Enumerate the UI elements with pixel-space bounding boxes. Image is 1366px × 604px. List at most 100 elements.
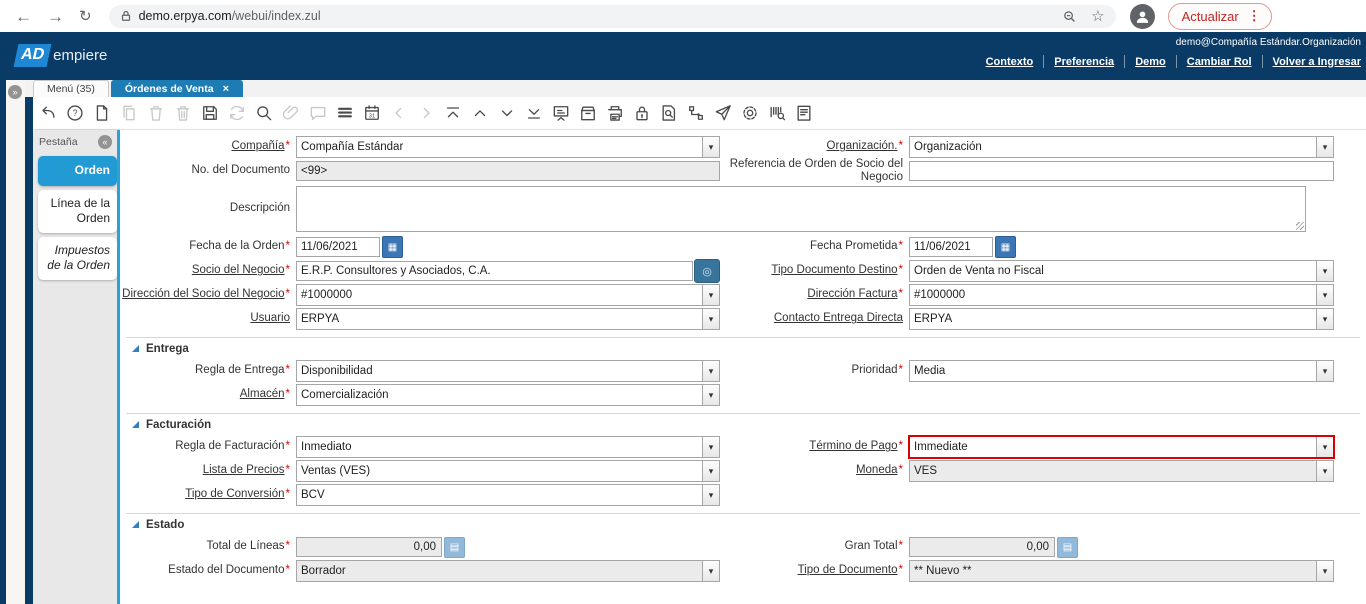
almacen-label-text[interactable]: Almacén [240, 388, 285, 401]
regla-facturacion-dropdown-button[interactable]: ▾ [702, 437, 719, 457]
fecha-orden-input[interactable] [296, 237, 380, 257]
browser-menu-dots-icon[interactable]: ⋮ [1248, 8, 1261, 24]
header-link-1[interactable]: Preferencia [1054, 56, 1114, 68]
tipo-conversion-dropdown-button[interactable]: ▾ [702, 485, 719, 505]
termino-pago-input[interactable] [910, 437, 1316, 457]
almacen-input[interactable] [297, 385, 702, 405]
descripcion-textarea[interactable] [296, 186, 1306, 232]
regla-entrega-dropdown-button[interactable]: ▾ [702, 361, 719, 381]
toolbar-undo-button[interactable] [37, 103, 58, 124]
toolbar-lock-private-button[interactable] [631, 103, 652, 124]
bookmark-star-icon[interactable]: ☆ [1091, 7, 1104, 25]
window-tab-1[interactable]: Órdenes de Venta × [110, 80, 243, 97]
header-link-4[interactable]: Volver a Ingresar [1273, 56, 1361, 68]
contacto-entrega-directa-dropdown-button[interactable]: ▾ [1316, 309, 1333, 329]
section-collapse-icon[interactable] [132, 520, 139, 528]
toolbar-first-record-button[interactable] [442, 103, 463, 124]
sidebar-tab-2[interactable]: Impuestos de la Orden [38, 236, 117, 280]
browser-profile-avatar[interactable] [1129, 3, 1155, 29]
fecha-orden-calendar-button[interactable]: ▦ [382, 236, 403, 258]
organizacion-input[interactable] [910, 137, 1316, 157]
header-link-3[interactable]: Cambiar Rol [1187, 56, 1252, 68]
toolbar-find-button[interactable] [253, 103, 274, 124]
toolbar-request-button[interactable] [712, 103, 733, 124]
browser-back-icon[interactable]: ← [15, 8, 32, 25]
termino-pago-label-text[interactable]: Término de Pago [809, 440, 897, 453]
contacto-entrega-directa-label-text[interactable]: Contacto Entrega Directa [774, 312, 903, 325]
usuario-dropdown-button[interactable]: ▾ [702, 309, 719, 329]
browser-reload-icon[interactable]: ↻ [79, 9, 92, 24]
direccion-factura-dropdown-button[interactable]: ▾ [1316, 285, 1333, 305]
toolbar-save-button[interactable] [199, 103, 220, 124]
fecha-prometida-calendar-button[interactable]: ▦ [995, 236, 1016, 258]
resize-handle-icon[interactable] [1296, 222, 1304, 230]
toolbar-last-record-button[interactable] [523, 103, 544, 124]
header-link-2[interactable]: Demo [1135, 56, 1166, 68]
section-collapse-icon[interactable] [132, 420, 139, 428]
fecha-prometida-input[interactable] [909, 237, 993, 257]
direccion-socio-label-text[interactable]: Dirección del Socio del Negocio [122, 288, 284, 301]
zoom-out-icon[interactable] [1062, 9, 1077, 24]
tipo-documento-destino-dropdown-button[interactable]: ▾ [1316, 261, 1333, 281]
termino-pago-dropdown-button[interactable]: ▾ [1316, 437, 1333, 457]
toolbar-record-info-button[interactable] [658, 103, 679, 124]
collapse-sidebar-button[interactable]: « [98, 135, 112, 149]
sidebar-tab-1[interactable]: Línea de la Orden [38, 189, 117, 233]
prioridad-input[interactable] [910, 361, 1316, 381]
toolbar-report-button[interactable] [550, 103, 571, 124]
address-bar[interactable]: demo.erpya.com/webui/index.zul ☆ [108, 4, 1116, 28]
direccion-factura-label-text[interactable]: Dirección Factura [807, 288, 897, 301]
toolbar-calendar-button[interactable]: 31 [361, 103, 382, 124]
socio-negocio-lookup-button[interactable]: ◎ [694, 259, 720, 283]
form-row: Lista de Precios*▾Moneda*▾ [120, 459, 1366, 483]
lista-precios-input[interactable] [297, 461, 702, 481]
referencia-orden-socio-input[interactable] [909, 161, 1334, 181]
window-tab-0[interactable]: Menú (35) [33, 80, 109, 97]
toolbar-print-button[interactable] [604, 103, 625, 124]
gran-total-calculator-button[interactable]: ▤ [1057, 536, 1078, 558]
usuario-label-text[interactable]: Usuario [250, 312, 290, 325]
compania-label-text[interactable]: Compañía [231, 140, 284, 153]
toolbar-previous-record-button[interactable] [469, 103, 490, 124]
tipo-documento-label-text[interactable]: Tipo de Documento [798, 564, 898, 577]
expand-panel-button[interactable]: » [8, 85, 22, 99]
direccion-socio-dropdown-button[interactable]: ▾ [702, 285, 719, 305]
almacen-dropdown-button[interactable]: ▾ [702, 385, 719, 405]
regla-facturacion-input[interactable] [297, 437, 702, 457]
update-browser-button[interactable]: Actualizar ⋮ [1167, 2, 1272, 30]
tipo-conversion-label-text[interactable]: Tipo de Conversión [185, 488, 284, 501]
organizacion-label-text[interactable]: Organización. [827, 140, 898, 153]
toolbar-archive-button[interactable] [577, 103, 598, 124]
tipo-documento-destino-label-text[interactable]: Tipo Documento Destino [771, 264, 897, 277]
browser-forward-icon[interactable]: → [47, 8, 64, 25]
socio-negocio-label-text[interactable]: Socio del Negocio [192, 264, 285, 277]
direccion-factura-input[interactable] [910, 285, 1316, 305]
lista-precios-label-text[interactable]: Lista de Precios [203, 464, 285, 477]
toolbar-new-record-button[interactable] [91, 103, 112, 124]
compania-dropdown-button[interactable]: ▾ [702, 137, 719, 157]
tipo-conversion-input[interactable] [297, 485, 702, 505]
section-collapse-icon[interactable] [132, 344, 139, 352]
organizacion-dropdown-button[interactable]: ▾ [1316, 137, 1333, 157]
prioridad-dropdown-button[interactable]: ▾ [1316, 361, 1333, 381]
toolbar-grid-toggle-button[interactable] [334, 103, 355, 124]
usuario-input[interactable] [297, 309, 702, 329]
regla-entrega-input[interactable] [297, 361, 702, 381]
toolbar-preferences-button[interactable] [739, 103, 760, 124]
socio-negocio-input[interactable] [296, 261, 693, 281]
direccion-socio-input[interactable] [297, 285, 702, 305]
toolbar-report-view-button[interactable] [793, 103, 814, 124]
moneda-label-text[interactable]: Moneda [856, 464, 898, 477]
lista-precios-dropdown-button[interactable]: ▾ [702, 461, 719, 481]
contacto-entrega-directa-input[interactable] [910, 309, 1316, 329]
toolbar-next-record-button[interactable] [496, 103, 517, 124]
toolbar-help-button[interactable]: ? [64, 103, 85, 124]
close-tab-icon[interactable]: × [223, 83, 229, 95]
toolbar-workflow-button[interactable] [685, 103, 706, 124]
header-link-0[interactable]: Contexto [986, 56, 1034, 68]
sidebar-tab-0[interactable]: Orden [38, 156, 117, 186]
tipo-documento-destino-input[interactable] [910, 261, 1316, 281]
toolbar-product-info-button[interactable] [766, 103, 787, 124]
compania-input[interactable] [297, 137, 702, 157]
total-lineas-calculator-button[interactable]: ▤ [444, 536, 465, 558]
